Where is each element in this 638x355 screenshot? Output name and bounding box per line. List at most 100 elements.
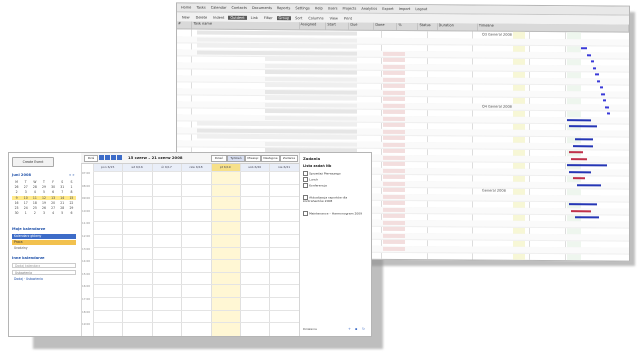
mini-calendar-day[interactable]: 6	[49, 190, 58, 194]
column-header[interactable]: Start	[326, 22, 350, 30]
task-name-cell[interactable]	[265, 70, 357, 75]
checkbox-icon[interactable]	[303, 211, 308, 216]
gantt-milestone[interactable]	[607, 112, 610, 115]
tasks-actions-link[interactable]: Działania	[303, 327, 317, 331]
tab-week[interactable]: Tydzień	[227, 155, 245, 162]
mini-calendar-day[interactable]: 27	[21, 185, 30, 189]
gantt-bar[interactable]	[567, 118, 591, 121]
gantt-bar[interactable]	[569, 125, 597, 128]
task-name-cell[interactable]	[265, 57, 357, 62]
toolbar-button[interactable]: Delete	[194, 15, 210, 19]
task-name-cell[interactable]	[265, 109, 357, 114]
task-name-cell[interactable]	[197, 43, 357, 49]
toolbar-button[interactable]: Columns	[306, 16, 325, 20]
task-item[interactable]: Maintenance – Harmonogram 2009	[303, 211, 367, 216]
gantt-bar[interactable]	[575, 216, 599, 219]
column-header[interactable]: Timeline	[477, 23, 629, 32]
task-item[interactable]: Sprzedaż Pierwszego	[303, 171, 367, 176]
menu-item[interactable]: Projects	[342, 7, 358, 11]
trash-icon[interactable]: ▪	[355, 327, 357, 331]
mini-calendar-day[interactable]: 10	[21, 195, 31, 200]
mini-calendar-day[interactable]: 12	[39, 195, 49, 200]
menu-item[interactable]: Tasks	[195, 6, 206, 10]
mini-calendar-day[interactable]: 17	[21, 201, 30, 205]
gantt-milestone[interactable]	[603, 99, 606, 102]
task-name-cell[interactable]	[197, 121, 357, 127]
gantt-milestone[interactable]	[601, 92, 605, 95]
mini-calendar-day[interactable]: 2	[12, 190, 21, 194]
mini-calendar-day[interactable]: 3	[21, 190, 30, 194]
task-name-cell[interactable]	[265, 96, 357, 101]
gantt-bar[interactable]	[575, 138, 593, 141]
task-name-cell[interactable]	[265, 76, 357, 82]
task-name-cell[interactable]	[197, 50, 357, 56]
calendar-item-work[interactable]: Praca	[12, 240, 76, 245]
column-header[interactable]: Task name	[192, 21, 300, 30]
menu-item[interactable]: Import	[398, 7, 412, 11]
mini-calendar-day[interactable]: 24	[21, 206, 30, 210]
today-button[interactable]: Dziś	[84, 155, 98, 162]
gantt-bar[interactable]	[569, 170, 591, 173]
calendar-item-main[interactable]: Kalendarz główny	[12, 234, 76, 239]
gantt-milestone[interactable]	[597, 79, 600, 82]
print-icon[interactable]	[117, 155, 122, 160]
gantt-milestone[interactable]	[587, 53, 591, 56]
mini-calendar-day[interactable]: 3	[39, 211, 48, 215]
toolbar-button[interactable]: Sort	[293, 16, 304, 20]
mini-calendar-day[interactable]: 29	[39, 185, 48, 189]
gantt-bar[interactable]	[569, 151, 583, 154]
gantt-bar[interactable]	[569, 203, 597, 206]
task-name-cell[interactable]	[197, 128, 357, 134]
mini-calendar-day[interactable]: 19	[39, 201, 48, 205]
mini-calendar-day[interactable]: 21	[58, 201, 67, 205]
mini-calendar-day[interactable]: 14	[57, 195, 67, 200]
toolbar-button[interactable]: Outdent	[228, 15, 247, 20]
mini-calendar-day[interactable]: 1	[67, 185, 76, 189]
add-calendar-input[interactable]: Dodaj kalendarz	[12, 263, 76, 268]
mini-calendar-day[interactable]: 18	[30, 201, 39, 205]
task-name-cell[interactable]	[265, 89, 357, 95]
checkbox-icon[interactable]	[303, 171, 308, 176]
mini-calendar-day[interactable]: 5	[58, 211, 67, 215]
mini-calendar-day[interactable]: 30	[12, 211, 21, 215]
mini-calendar-day[interactable]: 4	[49, 211, 58, 215]
refresh-icon[interactable]	[111, 155, 116, 160]
mini-calendar-day[interactable]: 4	[30, 190, 39, 194]
create-event-button[interactable]: Create Event	[12, 157, 54, 167]
mini-calendar-day[interactable]: 26	[12, 185, 21, 189]
gantt-bar[interactable]	[573, 144, 593, 147]
column-header[interactable]: Done	[374, 22, 398, 30]
mini-calendar-day[interactable]: 6	[67, 211, 76, 215]
mini-calendar-day[interactable]: 20	[49, 201, 58, 205]
next-arrow-icon[interactable]	[105, 155, 110, 160]
toolbar-button[interactable]: Indent	[211, 15, 226, 19]
menu-item[interactable]: Contacts	[230, 6, 247, 10]
mini-calendar-day[interactable]: 1	[21, 211, 30, 215]
task-item[interactable]: Aktualizacja raportów dla kontrahentów 2…	[303, 195, 367, 204]
add-task-icon[interactable]: +	[348, 327, 351, 331]
gantt-bar[interactable]	[571, 157, 587, 160]
mini-calendar-day[interactable]: 7	[58, 190, 67, 194]
mini-calendar-day[interactable]: 28	[30, 185, 39, 189]
task-name-cell[interactable]	[265, 115, 357, 121]
prev-arrow-icon[interactable]	[99, 155, 104, 160]
column-header[interactable]: Assigned	[299, 22, 327, 30]
menu-item[interactable]: Help	[314, 6, 324, 10]
gantt-milestone[interactable]	[581, 47, 587, 50]
toolbar-button[interactable]: New	[180, 15, 192, 19]
calendar-links[interactable]: Dodaj · Ustawienia	[12, 277, 76, 282]
calendar-settings-select[interactable]: Ustawienia	[12, 270, 76, 275]
menu-item[interactable]: Home	[180, 5, 192, 9]
mini-calendar-day[interactable]: 9	[12, 195, 22, 200]
task-name-cell[interactable]	[197, 134, 357, 140]
toolbar-button[interactable]: Filter	[262, 16, 275, 20]
mini-calendar-day[interactable]: 30	[49, 185, 58, 189]
column-header[interactable]: Duration	[437, 23, 478, 31]
menu-item[interactable]: Calendar	[210, 6, 228, 10]
gantt-milestone[interactable]	[591, 60, 594, 63]
gantt-bar[interactable]	[571, 209, 591, 212]
mini-calendar-day[interactable]: 8	[67, 190, 76, 194]
menu-item[interactable]: Users	[327, 6, 339, 10]
menu-item[interactable]: Settings	[294, 6, 310, 10]
mini-calendar-day[interactable]: 27	[49, 206, 58, 210]
